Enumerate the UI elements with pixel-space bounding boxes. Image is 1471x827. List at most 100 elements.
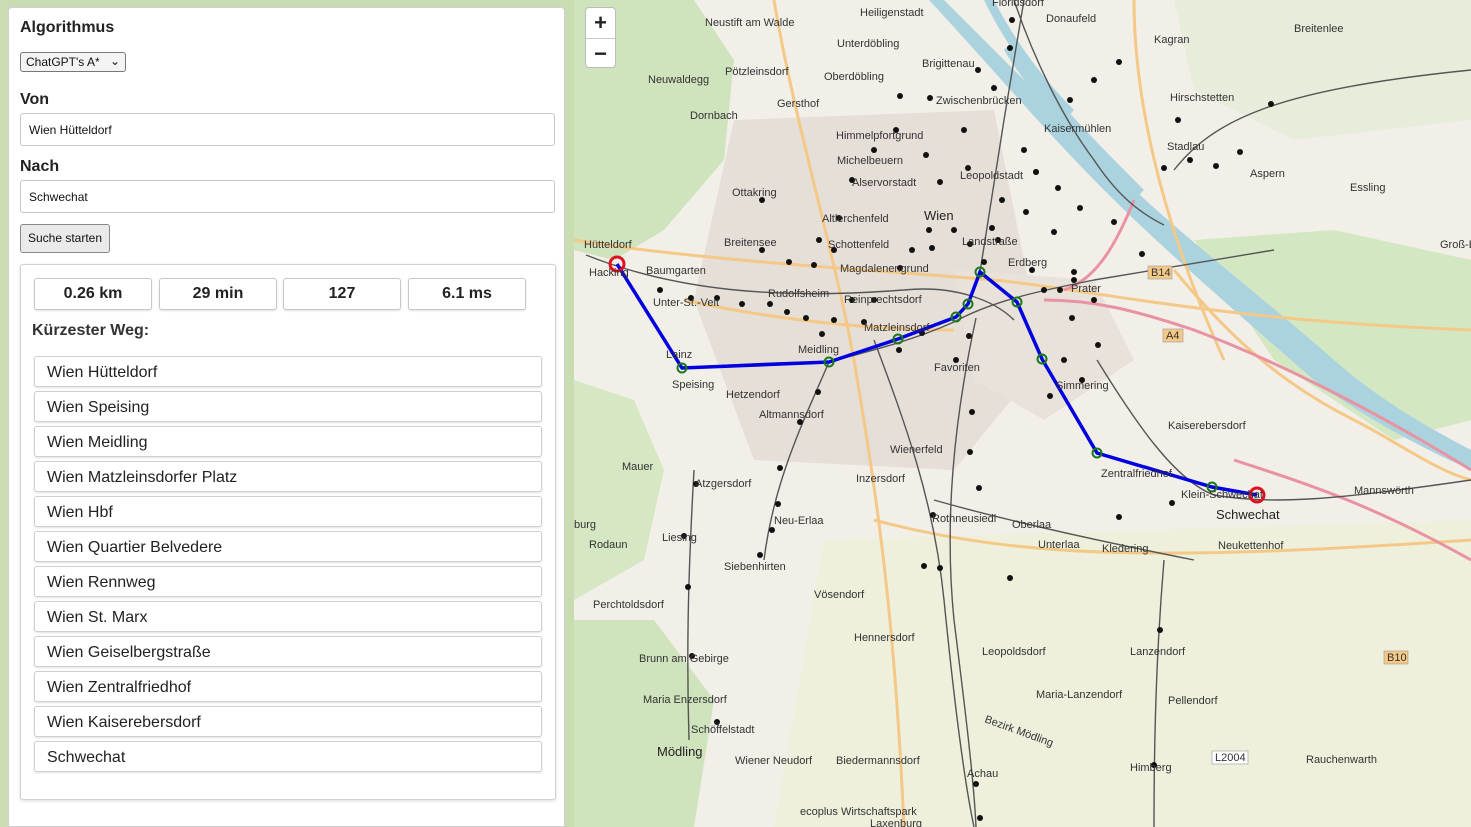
- place-label: Neuwaldegg: [648, 74, 709, 86]
- results-panel: 0.26 km 29 min 127 6.1 ms Kürzester Weg:…: [20, 264, 556, 800]
- from-label: Von: [20, 91, 50, 108]
- place-label: Hetzendorf: [726, 389, 781, 401]
- place-label: Mannswörth: [1354, 485, 1414, 497]
- place-label: Gersthof: [777, 98, 820, 110]
- place-label: Kaiserebersdorf: [1168, 420, 1247, 432]
- path-item[interactable]: Wien Hütteldorf: [34, 356, 542, 387]
- place-label: ecoplus Wirtschaftspark: [800, 806, 917, 818]
- place-label: Stadlau: [1167, 141, 1204, 153]
- place-label: Altmannsdorf: [759, 409, 825, 421]
- road-label: L2004: [1215, 752, 1246, 764]
- place-label: Dornbach: [690, 110, 738, 122]
- place-label: Schwechat: [1216, 507, 1280, 522]
- place-label: Neukettenhof: [1218, 540, 1284, 552]
- runtime-stat: 6.1 ms: [408, 278, 526, 310]
- path-item[interactable]: Wien Matzleinsdorfer Platz: [34, 461, 542, 492]
- place-label: Himmelpfortgrund: [836, 130, 923, 142]
- place-label: Alservorstadt: [852, 177, 916, 189]
- place-label: Breitensee: [724, 237, 777, 249]
- place-label: Pellendorf: [1168, 695, 1218, 707]
- place-label: Maria-Lanzendorf: [1036, 689, 1123, 701]
- place-label: Erdberg: [1008, 257, 1047, 269]
- place-label: Neu-Erlaa: [774, 515, 824, 527]
- place-label: Oberdöbling: [824, 71, 884, 83]
- algorithm-select[interactable]: ChatGPT's A* ⌄: [20, 52, 126, 72]
- place-label: Meidling: [798, 344, 839, 356]
- place-label: Prater: [1071, 283, 1101, 295]
- place-label: Hacking: [589, 267, 629, 279]
- path-item[interactable]: Wien Quartier Belvedere: [34, 531, 542, 562]
- place-label: Groß-Enz: [1440, 239, 1471, 251]
- road-label: A4: [1166, 330, 1179, 342]
- place-label: Matzleinsdorf: [864, 322, 930, 334]
- place-label: Wiener Neudorf: [735, 755, 813, 767]
- place-label: Mödling: [657, 744, 703, 759]
- place-label: Leopoldsdorf: [982, 646, 1047, 658]
- place-label: Rudolfsheim: [768, 288, 829, 300]
- place-label: Unterdöbling: [837, 38, 899, 50]
- road-label: B14: [1151, 267, 1171, 279]
- place-label: Baumgarten: [646, 265, 706, 277]
- path-item[interactable]: Wien Meidling: [34, 426, 542, 457]
- place-label: burg: [574, 519, 596, 531]
- place-label: Heiligenstadt: [860, 7, 924, 19]
- place-label: Ottakring: [732, 187, 777, 199]
- path-item[interactable]: Schwechat: [34, 741, 542, 772]
- algorithm-label: Algorithmus: [20, 19, 115, 36]
- place-label: Floridsdorf: [992, 0, 1045, 9]
- place-label: Vösendorf: [814, 589, 865, 601]
- place-label: Schöffelstadt: [691, 724, 754, 736]
- place-label: Unter-St.-Veit: [653, 297, 719, 309]
- place-label: Siebenhirten: [724, 561, 786, 573]
- place-label: Maria Enzersdorf: [643, 694, 728, 706]
- place-label: Wienerfeld: [890, 444, 943, 456]
- to-label: Nach: [20, 158, 60, 175]
- place-label: Rothneusiedl: [932, 513, 996, 525]
- place-label: Lanzendorf: [1130, 646, 1186, 658]
- place-label: Biedermannsdorf: [836, 755, 921, 767]
- path-item[interactable]: Wien Speising: [34, 391, 542, 422]
- path-item[interactable]: Wien Hbf: [34, 496, 542, 527]
- path-list: Wien Hütteldorf Wien Speising Wien Meidl…: [34, 356, 542, 776]
- place-label: Klein-Schwechat: [1181, 489, 1263, 501]
- place-label: Altlerchenfeld: [822, 213, 889, 225]
- to-input[interactable]: Schwechat: [20, 180, 555, 213]
- path-title: Kürzester Weg:: [32, 322, 150, 339]
- duration-stat: 29 min: [159, 278, 277, 310]
- place-label: Inzersdorf: [856, 473, 906, 485]
- algorithm-select-value: ChatGPT's A*: [26, 55, 100, 69]
- road-label: B10: [1387, 652, 1407, 664]
- place-label: Essling: [1350, 182, 1385, 194]
- path-item[interactable]: Wien Geiselbergstraße: [34, 636, 542, 667]
- path-item[interactable]: Wien St. Marx: [34, 601, 542, 632]
- path-item[interactable]: Wien Rennweg: [34, 566, 542, 597]
- place-label: Reinprechtsdorf: [844, 294, 923, 306]
- place-label: Hütteldorf: [584, 239, 633, 251]
- place-label: Schottenfeld: [828, 239, 889, 251]
- path-item[interactable]: Wien Kaiserebersdorf: [34, 706, 542, 737]
- place-label: Brunn am Gebirge: [639, 653, 729, 665]
- path-item[interactable]: Wien Zentralfriedhof: [34, 671, 542, 702]
- zoom-out-button[interactable]: −: [586, 39, 615, 69]
- place-label: Aspern: [1250, 168, 1285, 180]
- from-input[interactable]: Wien Hütteldorf: [20, 113, 555, 146]
- place-label: Wien: [924, 208, 954, 223]
- place-label: Mauer: [622, 461, 654, 473]
- place-label: Favoriten: [934, 362, 980, 374]
- zoom-in-button[interactable]: +: [586, 8, 615, 39]
- place-label: Oberlaa: [1012, 519, 1052, 531]
- place-label: Lainz: [666, 349, 692, 361]
- place-label: Zwischenbrücken: [936, 95, 1022, 107]
- place-label: Donaufeld: [1046, 13, 1096, 25]
- place-label: Simmering: [1056, 380, 1109, 392]
- map[interactable]: B14 A4 B10 L2004 Floridsdorf Heiligensta…: [574, 0, 1471, 827]
- place-label: Speising: [672, 379, 714, 391]
- place-label: Achau: [967, 768, 998, 780]
- place-label: Brigittenau: [922, 58, 975, 70]
- place-label: Rauchenwarth: [1306, 754, 1377, 766]
- zoom-control: + −: [585, 7, 616, 68]
- place-label: Landstraße: [962, 236, 1018, 248]
- place-label: Magdalenengrund: [840, 263, 929, 275]
- map-canvas[interactable]: B14 A4 B10 L2004 Floridsdorf Heiligensta…: [574, 0, 1471, 827]
- search-button[interactable]: Suche starten: [20, 224, 110, 253]
